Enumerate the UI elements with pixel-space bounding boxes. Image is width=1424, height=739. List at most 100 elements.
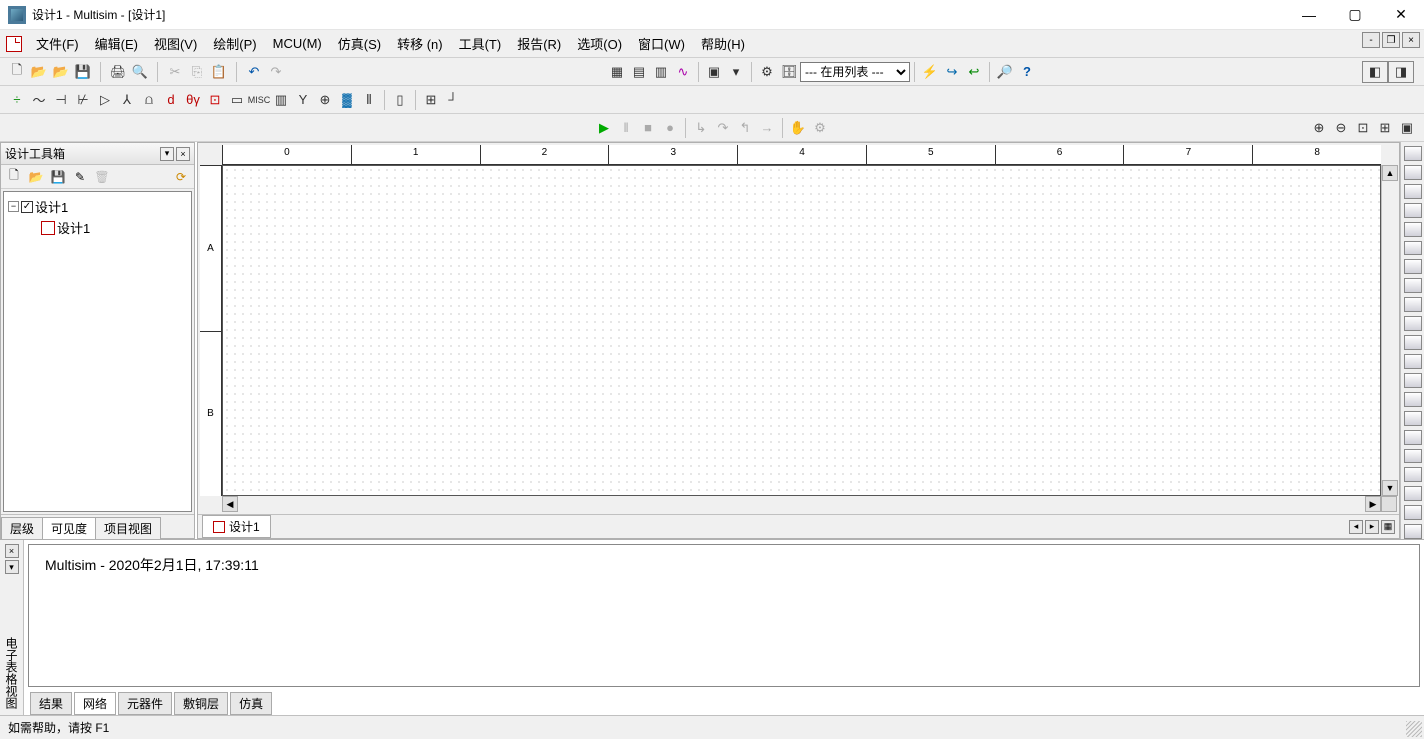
sidebar-open-button[interactable]: 📂 bbox=[27, 168, 45, 186]
resize-grip[interactable] bbox=[1406, 721, 1422, 737]
misc-button[interactable]: MISC bbox=[248, 89, 270, 111]
switch-mode-2-button[interactable]: ◨ bbox=[1388, 61, 1414, 83]
electrical-rules-button[interactable]: ⚡ bbox=[919, 61, 941, 83]
word-gen-button[interactable] bbox=[1404, 278, 1422, 293]
bus-button[interactable]: ┘ bbox=[442, 89, 464, 111]
misc-digital-button[interactable]: d bbox=[160, 89, 182, 111]
tab-visibility[interactable]: 可见度 bbox=[42, 517, 96, 539]
logic-converter-button[interactable] bbox=[1404, 316, 1422, 331]
step-out-button[interactable]: ↰ bbox=[734, 117, 756, 139]
open-project-button[interactable]: 📂 bbox=[28, 61, 50, 83]
design-toolbox-button[interactable]: ▦ bbox=[606, 61, 628, 83]
netlist-button[interactable]: ▥ bbox=[650, 61, 672, 83]
help-button[interactable]: ? bbox=[1016, 61, 1038, 83]
print-preview-button[interactable]: 🔍 bbox=[129, 61, 151, 83]
spectrum-button[interactable] bbox=[1404, 373, 1422, 388]
undo-button[interactable]: ↶ bbox=[243, 61, 265, 83]
indicator-button[interactable]: ⊡ bbox=[204, 89, 226, 111]
function-gen-button[interactable] bbox=[1404, 165, 1422, 180]
step-over-button[interactable]: ↷ bbox=[712, 117, 734, 139]
paste-button[interactable]: 📋 bbox=[208, 61, 230, 83]
tab-project[interactable]: 项目视图 bbox=[95, 517, 161, 539]
fullscreen-button[interactable]: ▣ bbox=[1396, 117, 1418, 139]
ttl-button[interactable]: ⅄ bbox=[116, 89, 138, 111]
menu-transfer[interactable]: 转移 (n) bbox=[389, 30, 451, 57]
ultiboard-forward-button[interactable]: ↪ bbox=[941, 61, 963, 83]
mdi-restore-button[interactable]: ❐ bbox=[1382, 32, 1400, 48]
copy-button[interactable]: ⎘ bbox=[186, 61, 208, 83]
rf-button[interactable]: Y bbox=[292, 89, 314, 111]
horizontal-scrollbar[interactable]: ◀ ▶ bbox=[222, 496, 1381, 512]
step-into-button[interactable]: ↳ bbox=[690, 117, 712, 139]
tab-prev-button[interactable]: ◂ bbox=[1349, 520, 1363, 534]
wattmeter-button[interactable] bbox=[1404, 184, 1422, 199]
redo-button[interactable]: ↷ bbox=[265, 61, 287, 83]
scroll-up-button[interactable]: ▲ bbox=[1382, 165, 1398, 181]
multimeter-button[interactable] bbox=[1404, 146, 1422, 161]
sidebar-rename-button[interactable]: ✎ bbox=[71, 168, 89, 186]
ni-button[interactable]: ▓ bbox=[336, 89, 358, 111]
mixed-button[interactable]: θγ bbox=[182, 89, 204, 111]
grapher-button[interactable]: ∿ bbox=[672, 61, 694, 83]
tab-next-button[interactable]: ▸ bbox=[1365, 520, 1379, 534]
record-button[interactable]: ● bbox=[659, 117, 681, 139]
sidebar-save-button[interactable]: 💾 bbox=[49, 168, 67, 186]
tree-root-row[interactable]: − ✓ 设计1 bbox=[8, 196, 187, 217]
spreadsheet-content[interactable]: Multisim - 2020年2月1日, 17:39:11 bbox=[28, 544, 1420, 687]
iv-analyzer-button[interactable] bbox=[1404, 335, 1422, 350]
menu-help[interactable]: 帮助(H) bbox=[693, 30, 753, 57]
elvis-button[interactable] bbox=[1404, 505, 1422, 520]
scroll-down-button[interactable]: ▼ bbox=[1382, 480, 1398, 496]
spreadsheet-pin-button[interactable]: ▾ bbox=[5, 560, 19, 574]
distortion-button[interactable] bbox=[1404, 354, 1422, 369]
tab-hierarchy[interactable]: 层级 bbox=[1, 517, 43, 539]
database-button[interactable]: 🗄 bbox=[778, 61, 800, 83]
cut-button[interactable]: ✂ bbox=[164, 61, 186, 83]
tab-results[interactable]: 结果 bbox=[30, 692, 72, 715]
transistor-button[interactable]: ⊬ bbox=[72, 89, 94, 111]
maximize-button[interactable]: ▢ bbox=[1332, 0, 1378, 30]
tree-collapse-icon[interactable]: − bbox=[8, 201, 19, 212]
mdi-minimize-button[interactable]: - bbox=[1362, 32, 1380, 48]
schematic-canvas[interactable] bbox=[222, 165, 1381, 496]
spreadsheet-button[interactable]: ▤ bbox=[628, 61, 650, 83]
4ch-scope-button[interactable] bbox=[1404, 222, 1422, 237]
sidebar-delete-button[interactable]: 🗑 bbox=[93, 168, 111, 186]
tab-simulation[interactable]: 仿真 bbox=[230, 692, 272, 715]
ultiboard-back-button[interactable]: ↩ bbox=[963, 61, 985, 83]
breadboard-button[interactable]: ▾ bbox=[725, 61, 747, 83]
menu-window[interactable]: 窗口(W) bbox=[630, 30, 693, 57]
component-wizard-button[interactable]: ⚙ bbox=[756, 61, 778, 83]
tab-components[interactable]: 元器件 bbox=[118, 692, 172, 715]
canvas-tab-design1[interactable]: 设计1 bbox=[202, 515, 271, 538]
menu-draw[interactable]: 绘制(P) bbox=[205, 30, 264, 57]
tree-checkbox[interactable]: ✓ bbox=[21, 201, 33, 213]
postprocessor-button[interactable]: ▣ bbox=[703, 61, 725, 83]
logic-analyzer-button[interactable] bbox=[1404, 297, 1422, 312]
menu-options[interactable]: 选项(O) bbox=[569, 30, 630, 57]
bode-plotter-button[interactable] bbox=[1404, 241, 1422, 256]
stop-button[interactable]: ■ bbox=[637, 117, 659, 139]
network-analyzer-button[interactable] bbox=[1404, 392, 1422, 407]
oscilloscope-button[interactable] bbox=[1404, 203, 1422, 218]
find-button[interactable]: 🔎 bbox=[994, 61, 1016, 83]
menu-file[interactable]: 文件(F) bbox=[28, 30, 87, 57]
pause-button[interactable]: ‖ bbox=[615, 117, 637, 139]
project-tree[interactable]: − ✓ 设计1 设计1 bbox=[3, 191, 192, 512]
tab-copper[interactable]: 敷铜层 bbox=[174, 692, 228, 715]
analog-button[interactable]: ▷ bbox=[94, 89, 116, 111]
agilent-mm-button[interactable] bbox=[1404, 430, 1422, 445]
vertical-scrollbar[interactable]: ▲ ▼ bbox=[1381, 165, 1397, 496]
tab-menu-button[interactable]: ▦ bbox=[1381, 520, 1395, 534]
zoom-fit-button[interactable]: ⊞ bbox=[1374, 117, 1396, 139]
mdi-close-button[interactable]: × bbox=[1402, 32, 1420, 48]
hierarchical-block-button[interactable]: ⊞ bbox=[420, 89, 442, 111]
current-probe-button[interactable] bbox=[1404, 524, 1422, 539]
sidebar-close-button[interactable]: × bbox=[176, 147, 190, 161]
mcu-button[interactable]: ▯ bbox=[389, 89, 411, 111]
agilent-fg-button[interactable] bbox=[1404, 411, 1422, 426]
scroll-left-button[interactable]: ◀ bbox=[222, 496, 238, 512]
freq-counter-button[interactable] bbox=[1404, 259, 1422, 274]
menu-tools[interactable]: 工具(T) bbox=[451, 30, 510, 57]
zoom-in-button[interactable]: ⊕ bbox=[1308, 117, 1330, 139]
